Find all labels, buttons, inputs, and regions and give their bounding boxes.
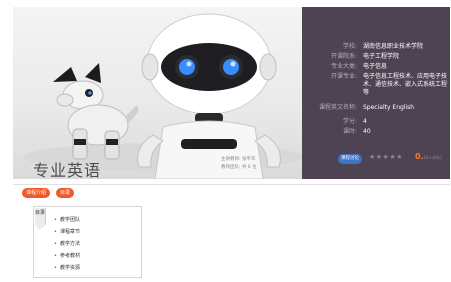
course-title: 专业英语 xyxy=(33,161,102,179)
info-value: Specialty English xyxy=(363,104,415,111)
info-key: 学分: xyxy=(342,118,357,125)
info-key: 课程英文名称: xyxy=(318,104,357,111)
outline-item-methods[interactable]: 教学方法 xyxy=(54,240,80,247)
outline-item-resources[interactable]: 教学资源 xyxy=(54,264,80,271)
rating-count: (0人评价) xyxy=(424,155,442,160)
info-value: 电子工程学院 xyxy=(363,53,400,60)
rating-score: 0. xyxy=(415,152,424,161)
info-value: 湖南信息职业技术学院 xyxy=(363,43,424,50)
outline-tag-label: 目录 xyxy=(35,210,46,216)
teacher-line: 主讲教师: 张平华 xyxy=(221,156,255,162)
info-value: 电子信息工程技术、应用电子技术、通信技术、嵌入式系统工程等 xyxy=(363,73,448,96)
divider xyxy=(13,184,450,185)
course-outline-box: 目录 教学团队 课程章节 教学方法 参考教材 教学资源 xyxy=(33,206,142,278)
info-key: 课时: xyxy=(342,128,357,135)
info-value: 电子信息 xyxy=(363,63,388,70)
tab-course-intro[interactable]: 课程介绍 xyxy=(22,188,50,198)
course-discussion-button[interactable]: 课程讨论 xyxy=(338,154,362,164)
info-key: 学校: xyxy=(342,43,357,50)
course-cover-image: 专业英语 主讲教师: 张平华 教师团队: 共 6 位 xyxy=(13,7,302,179)
robot-illustration xyxy=(23,13,302,179)
info-value: 4 xyxy=(363,118,367,125)
info-key: 专业大类: xyxy=(330,63,357,70)
tab-catalog[interactable]: 目录 xyxy=(56,188,74,198)
course-page: 专业英语 主讲教师: 张平华 教师团队: 共 6 位 学校: 湖南信息职业技术学… xyxy=(0,0,451,282)
outline-tag: 目录 xyxy=(35,208,46,230)
info-value: 40 xyxy=(363,128,371,135)
info-key: 开课专业: xyxy=(330,73,357,80)
team-label: 教师团队: xyxy=(221,165,241,170)
outline-item-chapters[interactable]: 课程章节 xyxy=(54,228,80,235)
course-info-panel: 学校: 湖南信息职业技术学院 开课院系: 电子工程学院 专业大类: 电子信息 开… xyxy=(302,7,450,179)
team-line: 教师团队: 共 6 位 xyxy=(221,164,257,170)
rating-stars: ★★★★★ xyxy=(369,153,403,161)
teacher-label: 主讲教师: xyxy=(221,157,241,162)
outline-item-teaching-team[interactable]: 教学团队 xyxy=(54,216,80,223)
teacher-name[interactable]: 张平华 xyxy=(242,157,256,162)
info-key: 开课院系: xyxy=(330,53,357,60)
outline-item-textbooks[interactable]: 参考教材 xyxy=(54,252,80,259)
team-count[interactable]: 共 6 位 xyxy=(242,165,257,170)
